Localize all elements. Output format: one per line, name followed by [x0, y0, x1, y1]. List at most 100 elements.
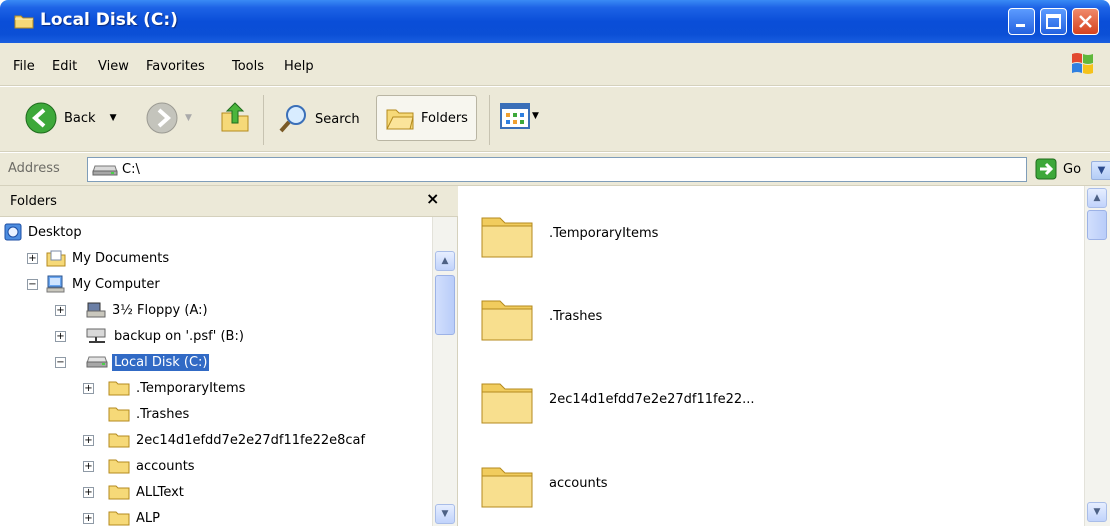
address-input[interactable]: C:\ ▼: [87, 157, 1110, 182]
up-folder-button[interactable]: [218, 99, 252, 135]
expand-toggle[interactable]: +: [83, 461, 94, 472]
tree-item-desktop[interactable]: Desktop: [4, 221, 84, 243]
maximize-button[interactable]: [1040, 8, 1067, 35]
folder-tree: Desktop My Documents + My Computer − 3½ …: [0, 217, 432, 526]
go-label: Go: [1063, 161, 1082, 177]
search-button[interactable]: Search: [277, 103, 360, 135]
scroll-up-button[interactable]: ▲: [435, 251, 455, 271]
address-label: Address: [8, 161, 60, 176]
scroll-thumb[interactable]: [1087, 210, 1107, 240]
expand-toggle[interactable]: +: [83, 513, 94, 524]
go-arrow-icon: [1035, 158, 1057, 180]
forward-button[interactable]: ▼: [145, 101, 192, 135]
menu-file[interactable]: File: [13, 59, 35, 74]
minimize-icon: [1016, 24, 1025, 27]
back-arrow-icon: [25, 102, 57, 134]
tree-item-folder[interactable]: .TemporaryItems: [108, 377, 247, 399]
folder-item[interactable]: 2ec14d1efdd7e2e27df11fe22...: [479, 372, 755, 428]
views-icon: [500, 103, 530, 129]
tree-item-my-documents[interactable]: My Documents: [46, 247, 171, 269]
tree-item-label: 2ec14d1efdd7e2e27df11fe22e8caf: [136, 432, 366, 448]
menu-tools[interactable]: Tools: [232, 59, 264, 74]
folder-icon: [108, 459, 130, 474]
back-dropdown-icon[interactable]: ▼: [110, 113, 117, 123]
search-icon: [279, 105, 306, 133]
views-button[interactable]: ▼: [500, 103, 539, 129]
tree-item-label: ALP: [136, 510, 160, 526]
tree-item-local-disk[interactable]: Local Disk (C:): [86, 351, 210, 373]
tree-item-folder[interactable]: ALP: [108, 507, 162, 526]
tree-item-folder[interactable]: 2ec14d1efdd7e2e27df11fe22e8caf: [108, 429, 367, 451]
address-dropdown-button[interactable]: ▼: [1091, 161, 1110, 180]
folders-icon: [386, 109, 414, 130]
tree-item-folder[interactable]: .Trashes: [108, 403, 191, 425]
file-list-scrollbar[interactable]: ▲ ▼: [1084, 186, 1110, 526]
address-value: C:\: [122, 162, 140, 177]
expand-toggle[interactable]: +: [83, 435, 94, 446]
folder-item-label: .TemporaryItems: [549, 226, 659, 241]
close-icon: [1079, 15, 1092, 28]
chevron-down-icon: ▼: [1097, 165, 1106, 176]
folder-icon: [108, 407, 130, 422]
folders-pane-header: Folders ×: [0, 186, 458, 217]
tree-item-label: ALLText: [136, 484, 184, 500]
expand-toggle[interactable]: +: [27, 253, 38, 264]
my-computer-icon: [46, 275, 65, 293]
tree-item-label: .Trashes: [136, 406, 190, 422]
folder-item[interactable]: accounts: [479, 456, 608, 512]
menu-help[interactable]: Help: [284, 59, 314, 74]
my-documents-icon: [46, 250, 66, 267]
collapse-toggle[interactable]: −: [27, 279, 38, 290]
scroll-down-button[interactable]: ▼: [1087, 502, 1107, 522]
chevron-down-icon: ▼: [1093, 507, 1101, 517]
folder-icon: [14, 15, 34, 29]
folders-label: Folders: [421, 110, 468, 126]
folder-item[interactable]: .TemporaryItems: [479, 206, 658, 262]
folder-icon: [108, 433, 130, 448]
go-button[interactable]: Go: [1035, 158, 1081, 180]
folders-button[interactable]: Folders: [376, 95, 477, 141]
up-folder-icon: [221, 102, 249, 132]
folder-item[interactable]: .Trashes: [479, 289, 602, 345]
folder-icon: [108, 381, 130, 396]
hard-drive-icon: [86, 356, 108, 368]
expand-toggle[interactable]: +: [55, 305, 66, 316]
menu-bar: File Edit View Favorites Tools Help: [0, 43, 1110, 86]
tree-item-floppy[interactable]: 3½ Floppy (A:): [86, 299, 210, 321]
tree-item-folder[interactable]: accounts: [108, 455, 197, 477]
expand-toggle[interactable]: +: [55, 331, 66, 342]
folder-icon: [108, 511, 130, 526]
scroll-thumb[interactable]: [435, 275, 455, 335]
tree-item-label: My Documents: [72, 250, 170, 266]
folder-item-label: .Trashes: [549, 309, 603, 324]
tree-item-label: Desktop: [28, 224, 82, 240]
tree-item-label: Local Disk (C:): [112, 353, 210, 371]
tree-item-folder[interactable]: ALLText: [108, 481, 186, 503]
network-drive-icon: [86, 328, 106, 343]
scroll-up-button[interactable]: ▲: [1087, 188, 1107, 208]
folder-icon: [481, 467, 533, 508]
views-dropdown-icon[interactable]: ▼: [532, 111, 539, 121]
menu-edit[interactable]: Edit: [52, 59, 77, 74]
folder-item-label: 2ec14d1efdd7e2e27df11fe22...: [549, 392, 755, 407]
close-button[interactable]: [1072, 8, 1099, 35]
search-label: Search: [315, 111, 360, 127]
folder-icon: [481, 300, 533, 341]
expand-toggle[interactable]: +: [83, 487, 94, 498]
menu-view[interactable]: View: [98, 59, 129, 74]
folders-pane-close-button[interactable]: ×: [426, 189, 439, 208]
folder-item-label: accounts: [549, 476, 608, 491]
tree-item-label: accounts: [136, 458, 195, 474]
tree-item-backup[interactable]: backup on '.psf' (B:): [86, 325, 246, 347]
forward-dropdown-icon[interactable]: ▼: [185, 113, 192, 123]
tree-item-my-computer[interactable]: My Computer: [46, 273, 162, 295]
title-bar[interactable]: Local Disk (C:): [0, 0, 1110, 43]
folder-tree-scrollbar[interactable]: ▲ ▼: [432, 217, 457, 526]
collapse-toggle[interactable]: −: [55, 357, 66, 368]
minimize-button[interactable]: [1008, 8, 1035, 35]
back-button[interactable]: Back ▼: [24, 101, 116, 135]
expand-toggle[interactable]: +: [83, 383, 94, 394]
scroll-down-button[interactable]: ▼: [435, 504, 455, 524]
folder-icon: [481, 383, 533, 424]
menu-favorites[interactable]: Favorites: [146, 59, 205, 74]
